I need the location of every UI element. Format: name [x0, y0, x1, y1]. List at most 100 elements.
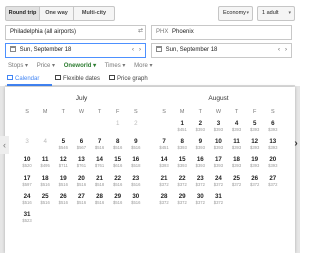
day-cell[interactable]: 7 $451 [155, 138, 173, 156]
day-cell[interactable]: 28 $372 [155, 193, 173, 211]
day-cell[interactable]: 21 $518 [91, 175, 109, 193]
day-cell[interactable]: 10 $393 [209, 138, 227, 156]
day-cell[interactable]: 19 $516 [54, 175, 72, 193]
day-cell[interactable]: 13 $393 [264, 138, 282, 156]
day-cell[interactable]: 26 $516 [54, 193, 72, 211]
day-cell[interactable]: 12 $711 [54, 156, 72, 174]
day-number: 25 [41, 192, 49, 200]
weekday-label: S [270, 109, 275, 115]
day-cell[interactable]: 12 $393 [246, 138, 264, 156]
day-number: 23 [196, 174, 204, 182]
tab-price-graph[interactable]: Price graph [109, 74, 155, 86]
day-cell[interactable]: 29 $372 [173, 193, 191, 211]
day-cell[interactable]: 24 $516 [18, 193, 36, 211]
day-cell[interactable]: 16 $393 [191, 156, 209, 174]
day-cell[interactable]: 31 $523 [18, 211, 36, 229]
day-cell[interactable]: 25 $372 [228, 175, 246, 193]
day-cell[interactable]: 5 $546 [54, 138, 72, 156]
destination-input[interactable]: PHX Phoenix [151, 25, 292, 40]
swap-icon[interactable]: ⇄ [138, 27, 143, 34]
day-cell[interactable]: 13 $761 [72, 156, 90, 174]
day-cell[interactable]: 23 $516 [127, 175, 145, 193]
day-cell[interactable]: 8 $393 [173, 138, 191, 156]
day-cell[interactable]: 17 $393 [209, 156, 227, 174]
day-cell[interactable]: 9 $516 [127, 138, 145, 156]
round-trip-button[interactable]: Round trip [5, 6, 40, 21]
day-cell[interactable]: 27 $516 [72, 193, 90, 211]
day-cell[interactable]: 7 $516 [91, 138, 109, 156]
day-price: $516 [76, 181, 87, 187]
day-price: $393 [231, 145, 242, 151]
day-cell[interactable]: 3 $393 [209, 120, 227, 138]
day-number: 11 [41, 156, 49, 164]
day-cell[interactable]: 21 $372 [155, 175, 173, 193]
day-cell[interactable]: 24 $372 [209, 175, 227, 193]
day-cell[interactable]: 15 $393 [173, 156, 191, 174]
day-cell[interactable]: 4 $393 [228, 120, 246, 138]
calendar-week-row: 17 $597 18 $516 19 $516 20 $516 21 $518 22 $516 23 $5… [18, 175, 145, 193]
filter-more[interactable]: More ▾ [134, 63, 152, 69]
one-way-button[interactable]: One way [40, 6, 74, 21]
day-cell[interactable]: 22 $372 [173, 175, 191, 193]
tab-calendar[interactable]: Calendar [7, 74, 52, 86]
previous-month-button[interactable]: ‹ [0, 136, 9, 154]
cabin-class-dropdown[interactable]: Economy ▾ [218, 6, 253, 21]
day-cell[interactable]: 10 $520 [18, 156, 36, 174]
weekday-label: W [78, 109, 85, 115]
day-cell[interactable]: 11 $495 [36, 156, 54, 174]
day-cell[interactable]: 14 $761 [91, 156, 109, 174]
day-price: $516 [22, 199, 32, 205]
day-cell[interactable]: 6 $567 [72, 138, 90, 156]
next-day-button[interactable]: › [285, 47, 287, 53]
day-number: 20 [269, 156, 277, 164]
filter-airline-alliance[interactable]: Oneworld ▾ [64, 63, 96, 69]
day-price: $372 [231, 181, 242, 187]
day-cell[interactable]: 18 $393 [228, 156, 246, 174]
day-number: 1 [115, 120, 120, 127]
departure-date-field[interactable]: Sun, September 18 ‹ › [5, 43, 146, 58]
day-cell[interactable]: 18 $516 [36, 175, 54, 193]
day-cell[interactable]: 28 $516 [91, 193, 109, 211]
day-cell[interactable]: 2 $393 [191, 120, 209, 138]
day-number: 20 [77, 174, 85, 182]
day-cell[interactable]: 30 $516 [127, 193, 145, 211]
day-cell[interactable]: 8 $516 [109, 138, 127, 156]
day-cell[interactable]: 20 $516 [72, 175, 90, 193]
tab-flexible-dates[interactable]: Flexible dates [55, 74, 105, 86]
filter-times[interactable]: Times ▾ [105, 63, 126, 69]
day-cell[interactable]: 5 $393 [246, 120, 264, 138]
day-cell[interactable]: 14 $393 [155, 156, 173, 174]
multi-city-button[interactable]: Multi-city [74, 6, 115, 21]
prev-day-button[interactable]: ‹ [132, 47, 134, 53]
next-month-button[interactable]: › [292, 134, 300, 154]
filter-stops[interactable]: Stops ▾ [8, 63, 28, 69]
day-cell[interactable]: 6 $393 [264, 120, 282, 138]
day-price: $372 [177, 181, 187, 187]
day-cell[interactable]: 29 $516 [109, 193, 127, 211]
next-day-button[interactable]: › [139, 47, 141, 53]
day-cell[interactable]: 22 $516 [109, 175, 127, 193]
day-cell[interactable]: 27 $372 [264, 175, 282, 193]
day-cell[interactable]: 16 $518 [127, 156, 145, 174]
day-cell[interactable]: 15 $616 [109, 156, 127, 174]
return-date-field[interactable]: Sun, September 18 ‹ › [151, 43, 292, 58]
filter-price[interactable]: Price ▾ [37, 63, 55, 69]
day-cell[interactable]: 31 $372 [209, 193, 227, 211]
origin-input[interactable]: Philadelphia (all airports) [5, 25, 146, 40]
day-cell[interactable]: 20 $393 [264, 156, 282, 174]
day-cell[interactable]: 11 $393 [228, 138, 246, 156]
weekday-header-row: SMTWTFS [18, 109, 145, 120]
day-price: $372 [213, 181, 224, 187]
calendar-week-row: 31 $523 [18, 211, 145, 229]
day-cell[interactable]: 23 $372 [191, 175, 209, 193]
day-cell[interactable]: 1 $451 [173, 120, 191, 138]
passengers-dropdown[interactable]: 1 adult ▾ [257, 6, 295, 21]
prev-day-button[interactable]: ‹ [278, 47, 280, 53]
day-cell[interactable]: 30 $372 [191, 193, 209, 211]
day-cell[interactable]: 19 $393 [246, 156, 264, 174]
day-cell[interactable]: 26 $372 [246, 175, 264, 193]
day-cell[interactable]: 9 $393 [191, 138, 209, 156]
day-cell[interactable]: 17 $597 [18, 175, 36, 193]
destination-city: Phoenix [172, 29, 194, 35]
day-cell[interactable]: 25 $516 [36, 193, 54, 211]
